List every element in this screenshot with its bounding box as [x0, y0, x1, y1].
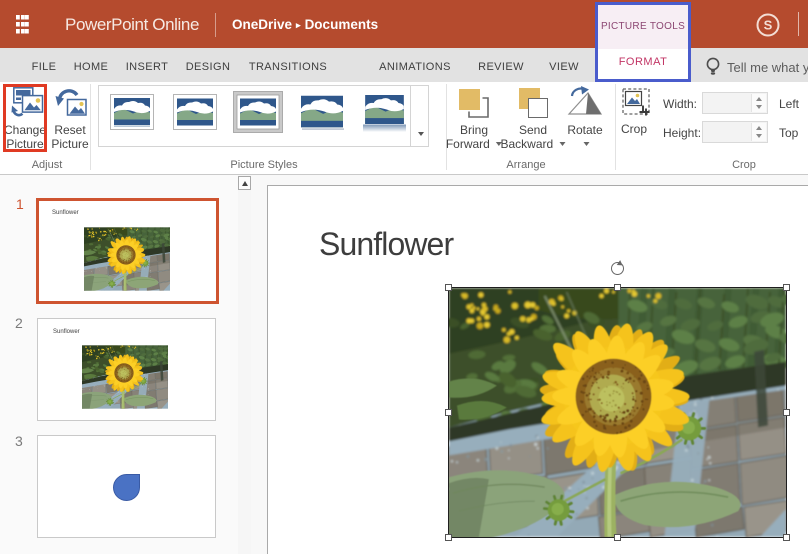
- svg-text:S: S: [764, 18, 773, 33]
